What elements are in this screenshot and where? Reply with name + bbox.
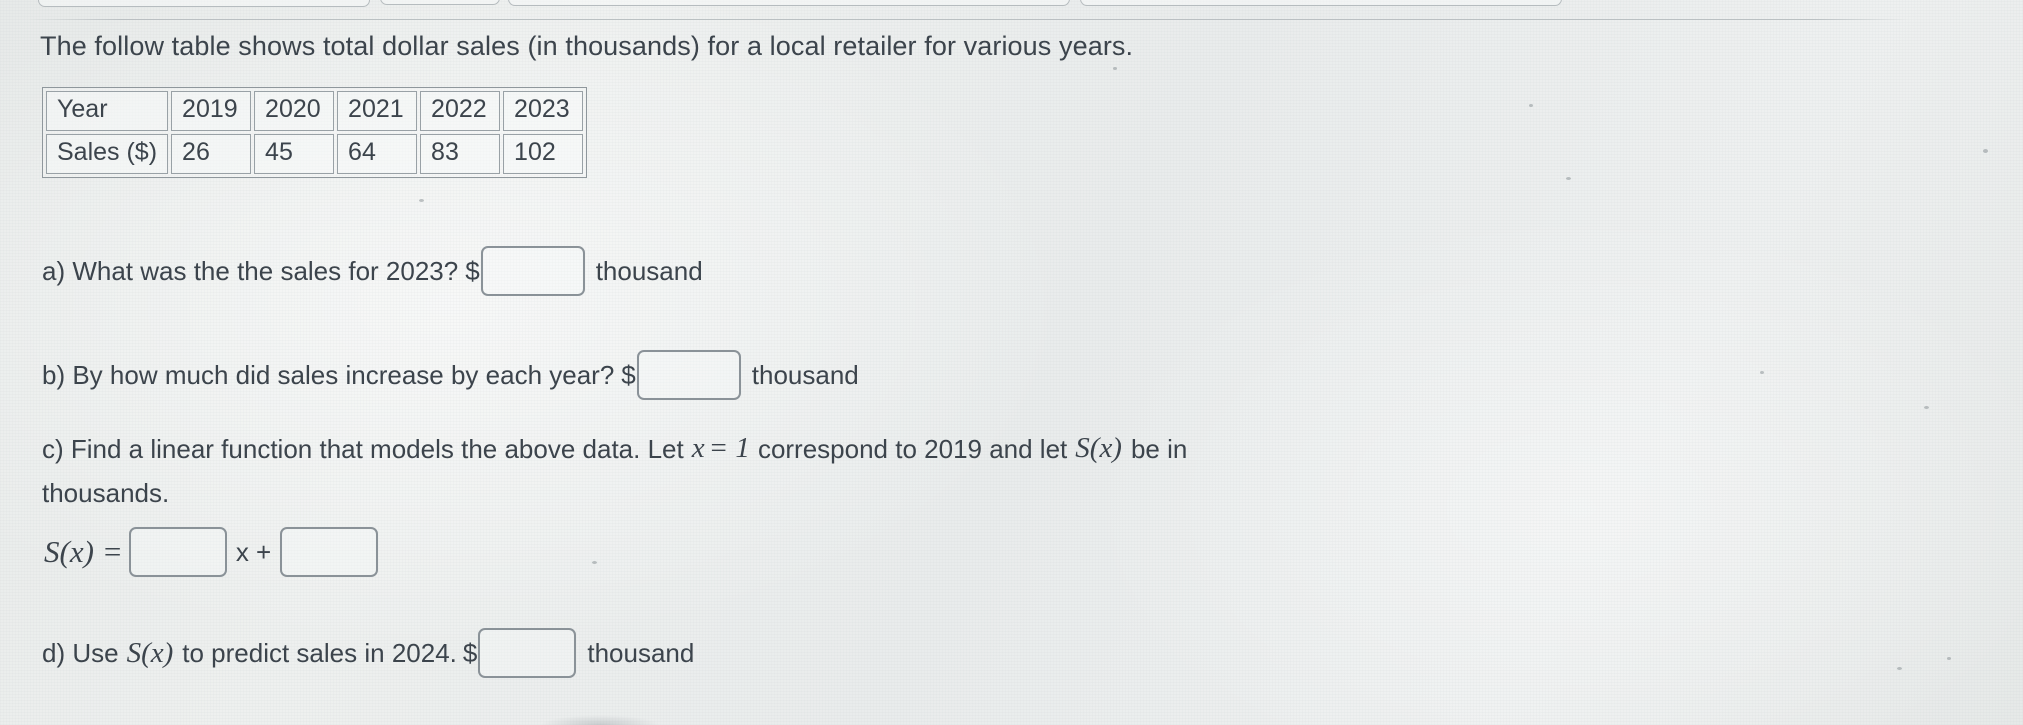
year-cell-3: 2021 bbox=[337, 91, 418, 131]
table-row-sales: Sales ($) 26 45 64 83 102 bbox=[46, 133, 584, 174]
row-header-sales: Sales ($) bbox=[46, 133, 169, 174]
year-cell-2: 2020 bbox=[254, 91, 335, 131]
sales-data-table: Year 2019 2020 2021 2022 2023 Sales ($) … bbox=[42, 87, 588, 178]
year-cell-1: 2019 bbox=[171, 91, 252, 131]
question-a-answer-input[interactable] bbox=[480, 246, 585, 296]
formula-equals-sign: = bbox=[101, 534, 123, 569]
sales-cell-1: 26 bbox=[171, 133, 252, 174]
question-d-answer-input[interactable] bbox=[478, 628, 577, 678]
y-intercept-input[interactable] bbox=[280, 527, 379, 577]
sales-cell-5: 102 bbox=[503, 133, 584, 174]
formula-lhs-sx: S(x) bbox=[44, 534, 94, 569]
formula-x-plus-label: x + bbox=[235, 537, 272, 567]
slope-coefficient-input[interactable] bbox=[128, 527, 227, 577]
question-b: b) By how much did sales increase by eac… bbox=[42, 350, 859, 400]
question-d-dollar-sign: $ bbox=[462, 638, 478, 668]
row-header-year: Year bbox=[46, 91, 169, 131]
question-d-math-sx: S(x) bbox=[126, 636, 174, 669]
question-b-dollar-sign: $ bbox=[621, 360, 636, 390]
question-d: d) Use S(x) to predict sales in 2024. $ … bbox=[42, 628, 694, 678]
question-c-text-line2: thousands. bbox=[42, 478, 170, 508]
year-cell-4: 2022 bbox=[420, 91, 501, 131]
cropped-top-widgets bbox=[0, 0, 2023, 22]
question-b-text: b) By how much did sales increase by eac… bbox=[42, 360, 615, 390]
question-c-text-part1: c) Find a linear function that models th… bbox=[42, 433, 684, 464]
cropped-widget-4 bbox=[1080, 0, 1562, 6]
sales-cell-4: 83 bbox=[420, 133, 501, 174]
sales-cell-2: 45 bbox=[254, 133, 335, 174]
cropped-widget-3 bbox=[508, 0, 1070, 6]
question-d-unit-label: thousand bbox=[587, 638, 695, 668]
question-c-equals-one: = 1 bbox=[708, 432, 750, 464]
question-c-text-part2: correspond to 2019 and let bbox=[757, 433, 1068, 464]
question-a-dollar-sign: $ bbox=[465, 256, 480, 286]
question-c-math-x: x bbox=[691, 432, 705, 464]
question-c-text-part3: be in bbox=[1130, 433, 1188, 464]
question-c-formula-row: S(x) = x + bbox=[42, 527, 379, 577]
question-c-line1: c) Find a linear function that models th… bbox=[42, 432, 1187, 465]
question-a: a) What was the the sales for 2023? $ th… bbox=[42, 246, 703, 296]
question-a-text: a) What was the the sales for 2023? bbox=[42, 256, 459, 286]
question-b-answer-input[interactable] bbox=[636, 350, 741, 400]
sales-cell-3: 64 bbox=[337, 133, 418, 174]
question-prompt: The follow table shows total dollar sale… bbox=[40, 31, 1134, 61]
question-d-text-part2: to predict sales in 2024. bbox=[182, 638, 457, 668]
question-b-unit-label: thousand bbox=[751, 360, 859, 390]
top-divider-line bbox=[28, 19, 1908, 20]
table-row-year: Year 2019 2020 2021 2022 2023 bbox=[46, 91, 584, 131]
year-cell-5: 2023 bbox=[503, 91, 584, 131]
cropped-widget-2 bbox=[380, 0, 500, 5]
question-d-text-part1: d) Use bbox=[42, 638, 119, 668]
question-c-line2: thousands. bbox=[42, 480, 169, 506]
question-c-math-sx: S(x) bbox=[1075, 432, 1122, 464]
question-a-unit-label: thousand bbox=[595, 256, 703, 286]
cropped-widget-1 bbox=[38, 0, 370, 7]
